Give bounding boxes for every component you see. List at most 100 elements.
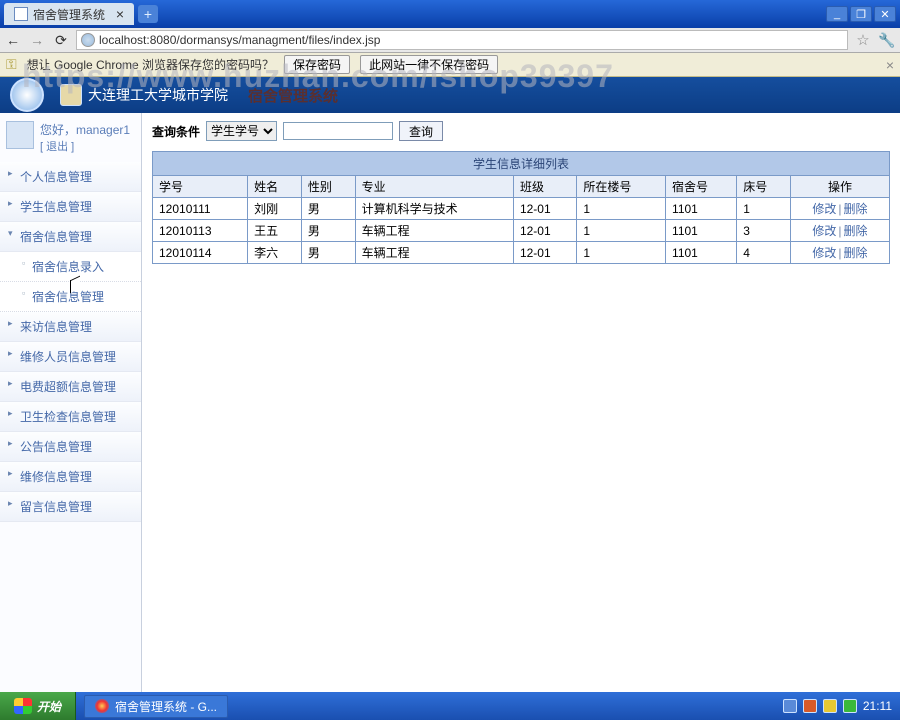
- col-header: 性别: [301, 176, 355, 198]
- university-name: 大连理工大学城市学院: [88, 85, 228, 105]
- chrome-icon: [95, 699, 109, 713]
- password-save-bar: ⚿ 想让 Google Chrome 浏览器保存您的密码吗？ 保存密码 此网站一…: [0, 53, 900, 77]
- never-save-password-button[interactable]: 此网站一律不保存密码: [360, 55, 498, 74]
- tray-icon[interactable]: [843, 699, 857, 713]
- sidebar-item-label: 宿舍信息管理: [20, 230, 92, 244]
- table-cell: 男: [301, 220, 355, 242]
- key-icon: ⚿: [6, 56, 17, 73]
- edit-link[interactable]: 修改: [812, 202, 836, 216]
- tray-icon[interactable]: [803, 699, 817, 713]
- browser-tab[interactable]: 宿舍管理系统 ×: [4, 3, 134, 25]
- url-bar: ← → ⟳ localhost:8080/dormansys/managment…: [0, 28, 900, 53]
- ops-cell: 修改|删除: [790, 220, 889, 242]
- sidebar: 您好，manager1 [ 退出 ] 个人信息管理学生信息管理宿舍信息管理宿舍信…: [0, 113, 142, 692]
- avatar: [6, 121, 34, 149]
- search-input[interactable]: [283, 122, 393, 140]
- table-cell: 车辆工程: [355, 220, 513, 242]
- tab-close-icon[interactable]: ×: [116, 6, 124, 22]
- sidebar-item-label: 学生信息管理: [20, 200, 92, 214]
- table-cell: 1: [577, 220, 666, 242]
- clock: 21:11: [863, 699, 892, 713]
- sidebar-item[interactable]: 个人信息管理: [0, 162, 141, 192]
- logout-link[interactable]: [ 退出 ]: [40, 138, 130, 154]
- delete-link[interactable]: 删除: [844, 224, 868, 238]
- sidebar-item[interactable]: 学生信息管理: [0, 192, 141, 222]
- table-cell: 1: [577, 242, 666, 264]
- settings-icon[interactable]: 🔧: [878, 32, 896, 49]
- sidebar-item[interactable]: 宿舍信息管理: [0, 222, 141, 252]
- table-cell: 12010113: [153, 220, 248, 242]
- edit-link[interactable]: 修改: [812, 224, 836, 238]
- tray-icon[interactable]: [783, 699, 797, 713]
- bookmark-icon[interactable]: ☆: [854, 31, 872, 49]
- sidebar-subitem-label: 宿舍信息管理: [32, 290, 104, 304]
- sidebar-item[interactable]: 公告信息管理: [0, 432, 141, 462]
- tray-icon[interactable]: [823, 699, 837, 713]
- search-button[interactable]: 查询: [399, 121, 443, 141]
- minimize-button[interactable]: _: [826, 6, 848, 22]
- sidebar-item-label: 卫生检查信息管理: [20, 410, 116, 424]
- start-button[interactable]: 开始: [0, 692, 76, 720]
- system-tray[interactable]: 21:11: [775, 699, 900, 713]
- ops-cell: 修改|删除: [790, 198, 889, 220]
- seal-icon: [60, 84, 82, 106]
- table-cell: 12-01: [513, 198, 576, 220]
- search-field-select[interactable]: 学生学号: [206, 121, 277, 141]
- sidebar-item-label: 来访信息管理: [20, 320, 92, 334]
- col-header: 学号: [153, 176, 248, 198]
- pwbar-text: 想让 Google Chrome 浏览器保存您的密码吗？: [27, 56, 274, 73]
- col-header: 床号: [737, 176, 791, 198]
- favicon: [14, 7, 28, 21]
- sidebar-subitem[interactable]: 宿舍信息管理: [0, 282, 141, 312]
- reload-button[interactable]: ⟳: [52, 31, 70, 49]
- table-cell: 1101: [666, 220, 737, 242]
- table-cell: 1: [737, 198, 791, 220]
- close-button[interactable]: ✕: [874, 6, 896, 22]
- edit-link[interactable]: 修改: [812, 246, 836, 260]
- app-header: 大连理工大学城市学院 宿舍管理系统: [0, 77, 900, 113]
- table-cell: 12010114: [153, 242, 248, 264]
- pwbar-close-icon[interactable]: ×: [886, 57, 894, 73]
- user-box: 您好，manager1 [ 退出 ]: [0, 113, 141, 162]
- save-password-button[interactable]: 保存密码: [284, 55, 350, 74]
- task-label: 宿舍管理系统 - G...: [115, 698, 217, 715]
- table-title: 学生信息详细列表: [152, 151, 890, 175]
- taskbar-item[interactable]: 宿舍管理系统 - G...: [84, 695, 228, 718]
- table-row: 12010113王五男车辆工程12-01111013修改|删除: [153, 220, 890, 242]
- table-cell: 12-01: [513, 220, 576, 242]
- maximize-button[interactable]: ❐: [850, 6, 872, 22]
- sidebar-subitem[interactable]: 宿舍信息录入: [0, 252, 141, 282]
- table-cell: 1: [577, 198, 666, 220]
- sidebar-item-label: 公告信息管理: [20, 440, 92, 454]
- sidebar-item-label: 留言信息管理: [20, 500, 92, 514]
- sidebar-item[interactable]: 维修人员信息管理: [0, 342, 141, 372]
- sidebar-item-label: 电费超额信息管理: [20, 380, 116, 394]
- sidebar-item[interactable]: 维修信息管理: [0, 462, 141, 492]
- globe-icon: [81, 33, 95, 47]
- ops-cell: 修改|删除: [790, 242, 889, 264]
- search-bar: 查询条件 学生学号 查询: [152, 121, 890, 141]
- new-tab-button[interactable]: +: [138, 5, 158, 23]
- back-button[interactable]: ←: [4, 31, 22, 49]
- table-cell: 计算机科学与技术: [355, 198, 513, 220]
- taskbar: 开始 宿舍管理系统 - G... 21:11: [0, 692, 900, 720]
- col-header: 所在楼号: [577, 176, 666, 198]
- table-cell: 李六: [248, 242, 302, 264]
- data-table: 学号姓名性别专业班级所在楼号宿舍号床号操作 12010111刘刚男计算机科学与技…: [152, 175, 890, 264]
- col-header: 班级: [513, 176, 576, 198]
- sidebar-item[interactable]: 电费超额信息管理: [0, 372, 141, 402]
- sidebar-item[interactable]: 来访信息管理: [0, 312, 141, 342]
- sidebar-item-label: 维修信息管理: [20, 470, 92, 484]
- table-cell: 男: [301, 242, 355, 264]
- windows-flag-icon: [14, 698, 32, 714]
- sidebar-item[interactable]: 卫生检查信息管理: [0, 402, 141, 432]
- address-field[interactable]: localhost:8080/dormansys/managment/files…: [76, 30, 848, 50]
- username: manager1: [76, 123, 130, 137]
- sidebar-item[interactable]: 留言信息管理: [0, 492, 141, 522]
- forward-button[interactable]: →: [28, 31, 46, 49]
- delete-link[interactable]: 删除: [844, 202, 868, 216]
- sidebar-item-label: 维修人员信息管理: [20, 350, 116, 364]
- table-row: 12010111刘刚男计算机科学与技术12-01111011修改|删除: [153, 198, 890, 220]
- table-cell: 1101: [666, 198, 737, 220]
- delete-link[interactable]: 删除: [844, 246, 868, 260]
